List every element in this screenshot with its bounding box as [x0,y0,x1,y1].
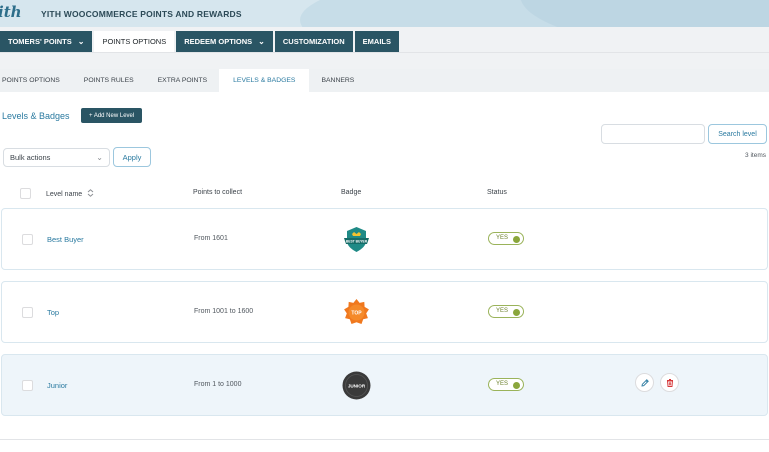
status-toggle[interactable]: YES [488,232,524,245]
tab-label: POINTS OPTIONS [102,37,167,46]
row-checkbox[interactable] [22,307,33,318]
divider [0,439,769,440]
table-row: Top From 1001 to 1600 TOP YES [1,281,768,343]
points-range: From 1 to 1000 [194,381,242,388]
level-name-link[interactable]: Junior [47,381,67,390]
bulk-actions-select[interactable]: Bulk actions ⌄ [3,148,110,167]
edit-level-button[interactable] [635,373,654,392]
yith-logo: ith [0,3,22,21]
items-count: 3 items [745,152,766,159]
chevron-down-icon: ⌄ [77,37,85,46]
row-checkbox[interactable] [22,380,33,391]
tab-label: EMAILS [362,37,392,46]
table-row: Best Buyer From 1601 BEST BUYER YES [1,208,768,270]
add-new-level-button[interactable]: + Add New Level [81,108,143,123]
toggle-knob [513,235,520,243]
tab-customers-points[interactable]: TOMERS' POINTS ⌄ [0,31,93,52]
tab-label: REDEEM OPTIONS [184,37,253,46]
select-all-checkbox[interactable] [20,188,31,199]
toggle-knob [513,381,520,389]
row-checkbox[interactable] [22,234,33,245]
chevron-down-icon: ⌄ [258,37,265,46]
toggle-knob [513,308,520,316]
status-label: YES [496,381,509,387]
badge-text: JUNIOR [348,383,366,388]
tab-label: TOMERS' POINTS [8,37,72,46]
column-label: Level name [46,191,83,198]
main-nav: TOMERS' POINTS ⌄ POINTS OPTIONS REDEEM OP… [0,31,400,52]
table-header: Level name Points to collect Badge Statu… [0,183,769,203]
badge-junior: JUNIOR [342,371,371,400]
level-name-link[interactable]: Best Buyer [47,235,84,244]
plugin-title: YITH WOOCOMMERCE POINTS AND REWARDS [41,9,242,19]
pencil-icon [640,378,649,387]
trash-icon [666,378,673,387]
subtab-banners[interactable]: BANNERS [309,69,366,92]
section-title: Levels & Badges [2,111,70,121]
status-toggle[interactable]: YES [488,378,524,391]
status-label: YES [496,308,509,314]
search-level-button[interactable]: Search level [708,124,767,144]
plugin-header-banner: ith YITH WOOCOMMERCE POINTS AND REWARDS [0,0,769,27]
badge-best-buyer: BEST BUYER [342,225,371,254]
chevron-down-icon: ⌄ [96,153,103,162]
status-toggle[interactable]: YES [488,305,524,318]
subtab-points-rules[interactable]: POINTS RULES [72,69,146,92]
table-row: Junior From 1 to 1000 JUNIOR YES [1,354,768,416]
column-status: Status [487,189,507,196]
tab-points-options[interactable]: POINTS OPTIONS [94,31,175,52]
points-range: From 1001 to 1600 [194,308,254,315]
column-level-name[interactable]: Level name [46,189,94,198]
tab-emails[interactable]: EMAILS [354,31,400,52]
sort-arrows-icon[interactable] [87,189,94,197]
delete-level-button[interactable] [660,373,679,392]
subtab-extra-points[interactable]: EXTRA POINTS [146,69,219,92]
sub-nav: POINTS OPTIONS POINTS RULES EXTRA POINTS… [0,69,769,92]
search-level-input[interactable] [601,124,705,144]
badge-top: TOP [342,298,371,327]
settings-panel: POINTS OPTIONS POINTS RULES EXTRA POINTS… [0,69,769,452]
bulk-actions-value: Bulk actions [10,153,51,162]
points-range: From 1601 [194,235,228,242]
column-points: Points to collect [193,189,243,196]
subtab-levels-badges[interactable]: LEVELS & BADGES [219,69,310,92]
badge-text: TOP [351,310,362,316]
subtab-points-options[interactable]: POINTS OPTIONS [0,69,72,92]
badge-text: BEST BUYER [346,239,368,243]
column-badge: Badge [341,189,362,196]
tab-label: CUSTOMIZATION [282,37,345,46]
apply-button[interactable]: Apply [113,147,151,167]
level-name-link[interactable]: Top [47,308,59,317]
header-decoration [520,0,769,27]
status-label: YES [496,235,509,241]
tab-customization[interactable]: CUSTOMIZATION [274,31,353,52]
tab-redeem-options[interactable]: REDEEM OPTIONS ⌄ [176,31,273,52]
divider [0,52,769,53]
